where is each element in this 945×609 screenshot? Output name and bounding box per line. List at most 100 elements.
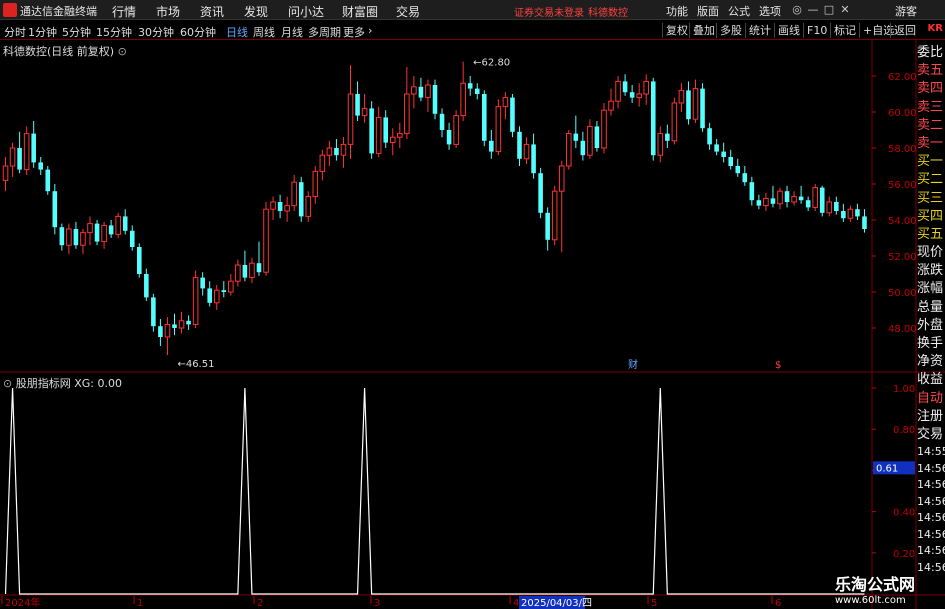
candle-body xyxy=(826,201,833,214)
candlestick-chart[interactable]: 1.00 0.80 0.60 0.40 0.20 0.61 62.00 60.00 58.00… xyxy=(0,0,945,609)
candle-body xyxy=(551,190,558,241)
guest-user[interactable]: 游客 xyxy=(895,3,917,19)
y-tick-label: 56.00 xyxy=(888,180,917,191)
side-item: 卖二 xyxy=(917,117,944,133)
candle-body xyxy=(2,165,9,181)
maximize-icon[interactable]: □ xyxy=(822,3,836,17)
menu-zixun[interactable]: 资讯 xyxy=(200,3,224,20)
chevron-down-icon[interactable]: ⊙ xyxy=(3,377,12,390)
candle-body xyxy=(538,173,543,213)
side-item: 买二 xyxy=(917,172,944,188)
candle-body xyxy=(249,262,255,279)
settings-icon[interactable]: ◎ xyxy=(790,3,804,17)
candle-body xyxy=(502,97,509,108)
candle-body xyxy=(432,85,438,114)
candle-body xyxy=(213,289,220,304)
candle-body xyxy=(474,88,480,94)
candle-body xyxy=(531,144,536,174)
menu-gongshi[interactable]: 公式 xyxy=(728,3,750,19)
overlay-button[interactable]: 叠加 xyxy=(689,23,718,38)
tab-30min[interactable]: 30分钟 xyxy=(138,24,174,40)
candle-body xyxy=(192,277,199,325)
candle-body xyxy=(263,208,269,273)
tab-5min[interactable]: 5分钟 xyxy=(62,24,91,40)
indicator-title-text: 股朋指标网 XG: 0.00 xyxy=(15,377,122,390)
f10-button[interactable]: F10 xyxy=(803,23,830,38)
ind-y-tick-label: 0.80 xyxy=(893,425,915,436)
date-highlight-label: 2025/04/03/四 xyxy=(521,598,592,609)
side-item: 14:56 xyxy=(917,527,945,541)
candle-body xyxy=(481,94,487,141)
tab-multi-period[interactable]: 多周期 xyxy=(308,24,341,40)
menu-gongneng[interactable]: 功能 xyxy=(666,3,688,19)
candle-body xyxy=(242,265,248,278)
side-item[interactable]: 注册 xyxy=(917,408,945,426)
tab-daily[interactable]: 日线 xyxy=(226,24,248,40)
fuquan-button[interactable]: 复权 xyxy=(662,23,691,38)
candle-body xyxy=(23,133,30,171)
menu-faxian[interactable]: 发现 xyxy=(244,3,268,20)
close-icon[interactable]: ✕ xyxy=(838,3,852,17)
tab-fenshi[interactable]: 分时 xyxy=(4,24,26,40)
app-title: 通达信金融终端 xyxy=(20,5,97,18)
candle-body xyxy=(256,263,262,273)
menu-wenxiaoda[interactable]: 问小达 xyxy=(288,3,324,20)
side-item[interactable]: 自动 xyxy=(917,390,945,408)
candle-body xyxy=(446,130,452,145)
candle-body xyxy=(798,196,804,201)
candle-body xyxy=(31,133,36,163)
menu-jiaoyi[interactable]: 交易 xyxy=(396,3,420,20)
side-item: 总量 xyxy=(917,299,944,315)
y-tick-label: 48.00 xyxy=(888,324,917,335)
side-item: 委比 xyxy=(917,45,944,60)
side-item: 卖三 xyxy=(917,99,944,115)
chevron-down-icon[interactable]: ⊙ xyxy=(118,45,127,58)
side-item: 卖一 xyxy=(917,135,944,151)
candle-body xyxy=(495,106,502,153)
menu-caifuquan[interactable]: 财富圈 xyxy=(342,3,378,20)
tab-weekly[interactable]: 周线 xyxy=(253,24,275,40)
candle-body xyxy=(66,228,72,246)
side-item: 外盘 xyxy=(917,317,944,333)
side-item: 买四 xyxy=(917,208,944,224)
candle-body xyxy=(115,215,121,235)
side-item[interactable]: 交易 xyxy=(917,426,945,444)
back-button[interactable]: 返回 xyxy=(890,23,919,38)
minimize-icon[interactable]: — xyxy=(806,3,820,17)
chevron-right-icon[interactable]: › xyxy=(368,24,372,37)
candle-body xyxy=(686,90,691,120)
candle-body xyxy=(707,128,712,145)
candle-body xyxy=(742,173,748,183)
mark-button[interactable]: 标记 xyxy=(830,23,859,38)
quote-side-list: 委比 卖五 卖四 卖三 卖二 卖一 买一 买二 买三 买四 买五 现价 涨跌 涨幅 总量 外盘 换手 净资 收益 自动… xyxy=(917,44,945,576)
menu-shichang[interactable]: 市场 xyxy=(156,3,180,20)
candle-body xyxy=(692,88,699,120)
tab-monthly[interactable]: 月线 xyxy=(281,24,303,40)
tab-1min[interactable]: 1分钟 xyxy=(28,24,57,40)
candle-body xyxy=(375,116,382,154)
candle-body xyxy=(361,107,368,117)
trade-login-status[interactable]: 证券交易未登录 xyxy=(514,4,584,19)
candle-body xyxy=(144,274,149,298)
candle-body xyxy=(855,209,860,217)
candle-body xyxy=(319,154,326,172)
tab-15min[interactable]: 15分钟 xyxy=(96,24,132,40)
tab-more[interactable]: 更多 xyxy=(343,24,365,40)
side-item: 买三 xyxy=(917,190,944,206)
high-price-label: ←62.80 xyxy=(473,58,510,69)
draw-line-button[interactable]: 画线 xyxy=(774,23,803,38)
candle-body xyxy=(425,84,431,99)
menu-hangqing[interactable]: 行情 xyxy=(112,3,136,20)
menu-xuanxiang[interactable]: 选项 xyxy=(759,3,781,19)
stats-button[interactable]: 统计 xyxy=(745,23,774,38)
candle-body xyxy=(347,93,354,145)
multi-stock-button[interactable]: 多股 xyxy=(716,23,745,38)
side-item: 14:56 xyxy=(917,494,945,508)
candle-body xyxy=(404,93,410,135)
candle-body xyxy=(73,229,79,246)
menu-banmian[interactable]: 版面 xyxy=(697,3,719,19)
tab-60min[interactable]: 60分钟 xyxy=(180,24,216,40)
y-tick-label: 52.00 xyxy=(888,252,917,263)
candle-body xyxy=(819,187,825,213)
candle-body xyxy=(545,212,550,240)
